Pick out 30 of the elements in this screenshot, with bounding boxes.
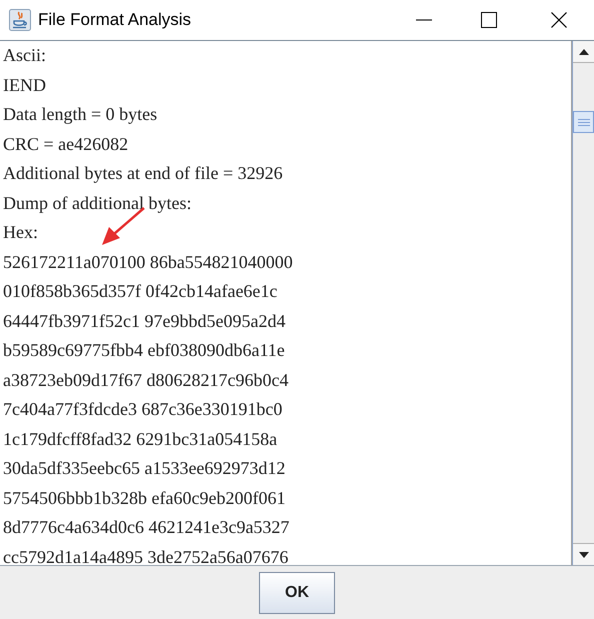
text-line: 8d7776c4a634d0c6 4621241e3c9a5327 (3, 516, 290, 539)
scroll-thumb[interactable] (573, 111, 594, 133)
text-line: Data length = 0 bytes (3, 103, 158, 126)
scroll-down-button[interactable] (573, 543, 594, 565)
minimize-icon (416, 19, 432, 21)
text-line: Dump of additional bytes: (3, 192, 192, 215)
text-line: CRC = ae426082 (3, 132, 128, 156)
text-line: 526172211a070100 86ba554821040000 (3, 250, 293, 274)
up-arrow-icon (578, 48, 588, 54)
close-icon (551, 12, 567, 28)
scrollbar[interactable] (572, 41, 594, 565)
text-line: b59589c69775fbb4 ebf038090db6a11e (3, 339, 285, 362)
text-line: 010f858b365d357f 0f42cb14afae6e1c (3, 280, 278, 303)
coffee-cup-icon (9, 9, 31, 31)
text-line: IEND (3, 74, 46, 96)
text-line: Additional bytes at end of file = 32926 (3, 162, 283, 185)
text-line: Hex: (3, 221, 38, 244)
text-line: 5754506bbb1b328b efa60c9eb200f061 (3, 486, 286, 510)
text-line: 64447fb3971f52c1 97e9bbd5e095a2d4 (3, 310, 286, 332)
text-line: a38723eb09d17f67 d80628217c96b0c4 (3, 368, 288, 392)
text-line: 1c179dfcff8fad32 6291bc31a054158a (3, 428, 278, 450)
text-line: 7c404a77f3fdcde3 687c36e330191bc0 (3, 398, 282, 421)
maximize-icon (481, 12, 497, 28)
ok-button[interactable]: OK (259, 572, 335, 614)
down-arrow-icon (578, 552, 588, 558)
scroll-up-button[interactable] (573, 41, 594, 63)
text-line: 30da5df335eebc65 a1533ee692973d12 (3, 457, 286, 480)
text-line: cc5792d1a14a4895 3de2752a56a07676 (3, 546, 288, 565)
window-title: File Format Analysis (38, 9, 192, 32)
text-line: Ascii: (3, 44, 46, 67)
